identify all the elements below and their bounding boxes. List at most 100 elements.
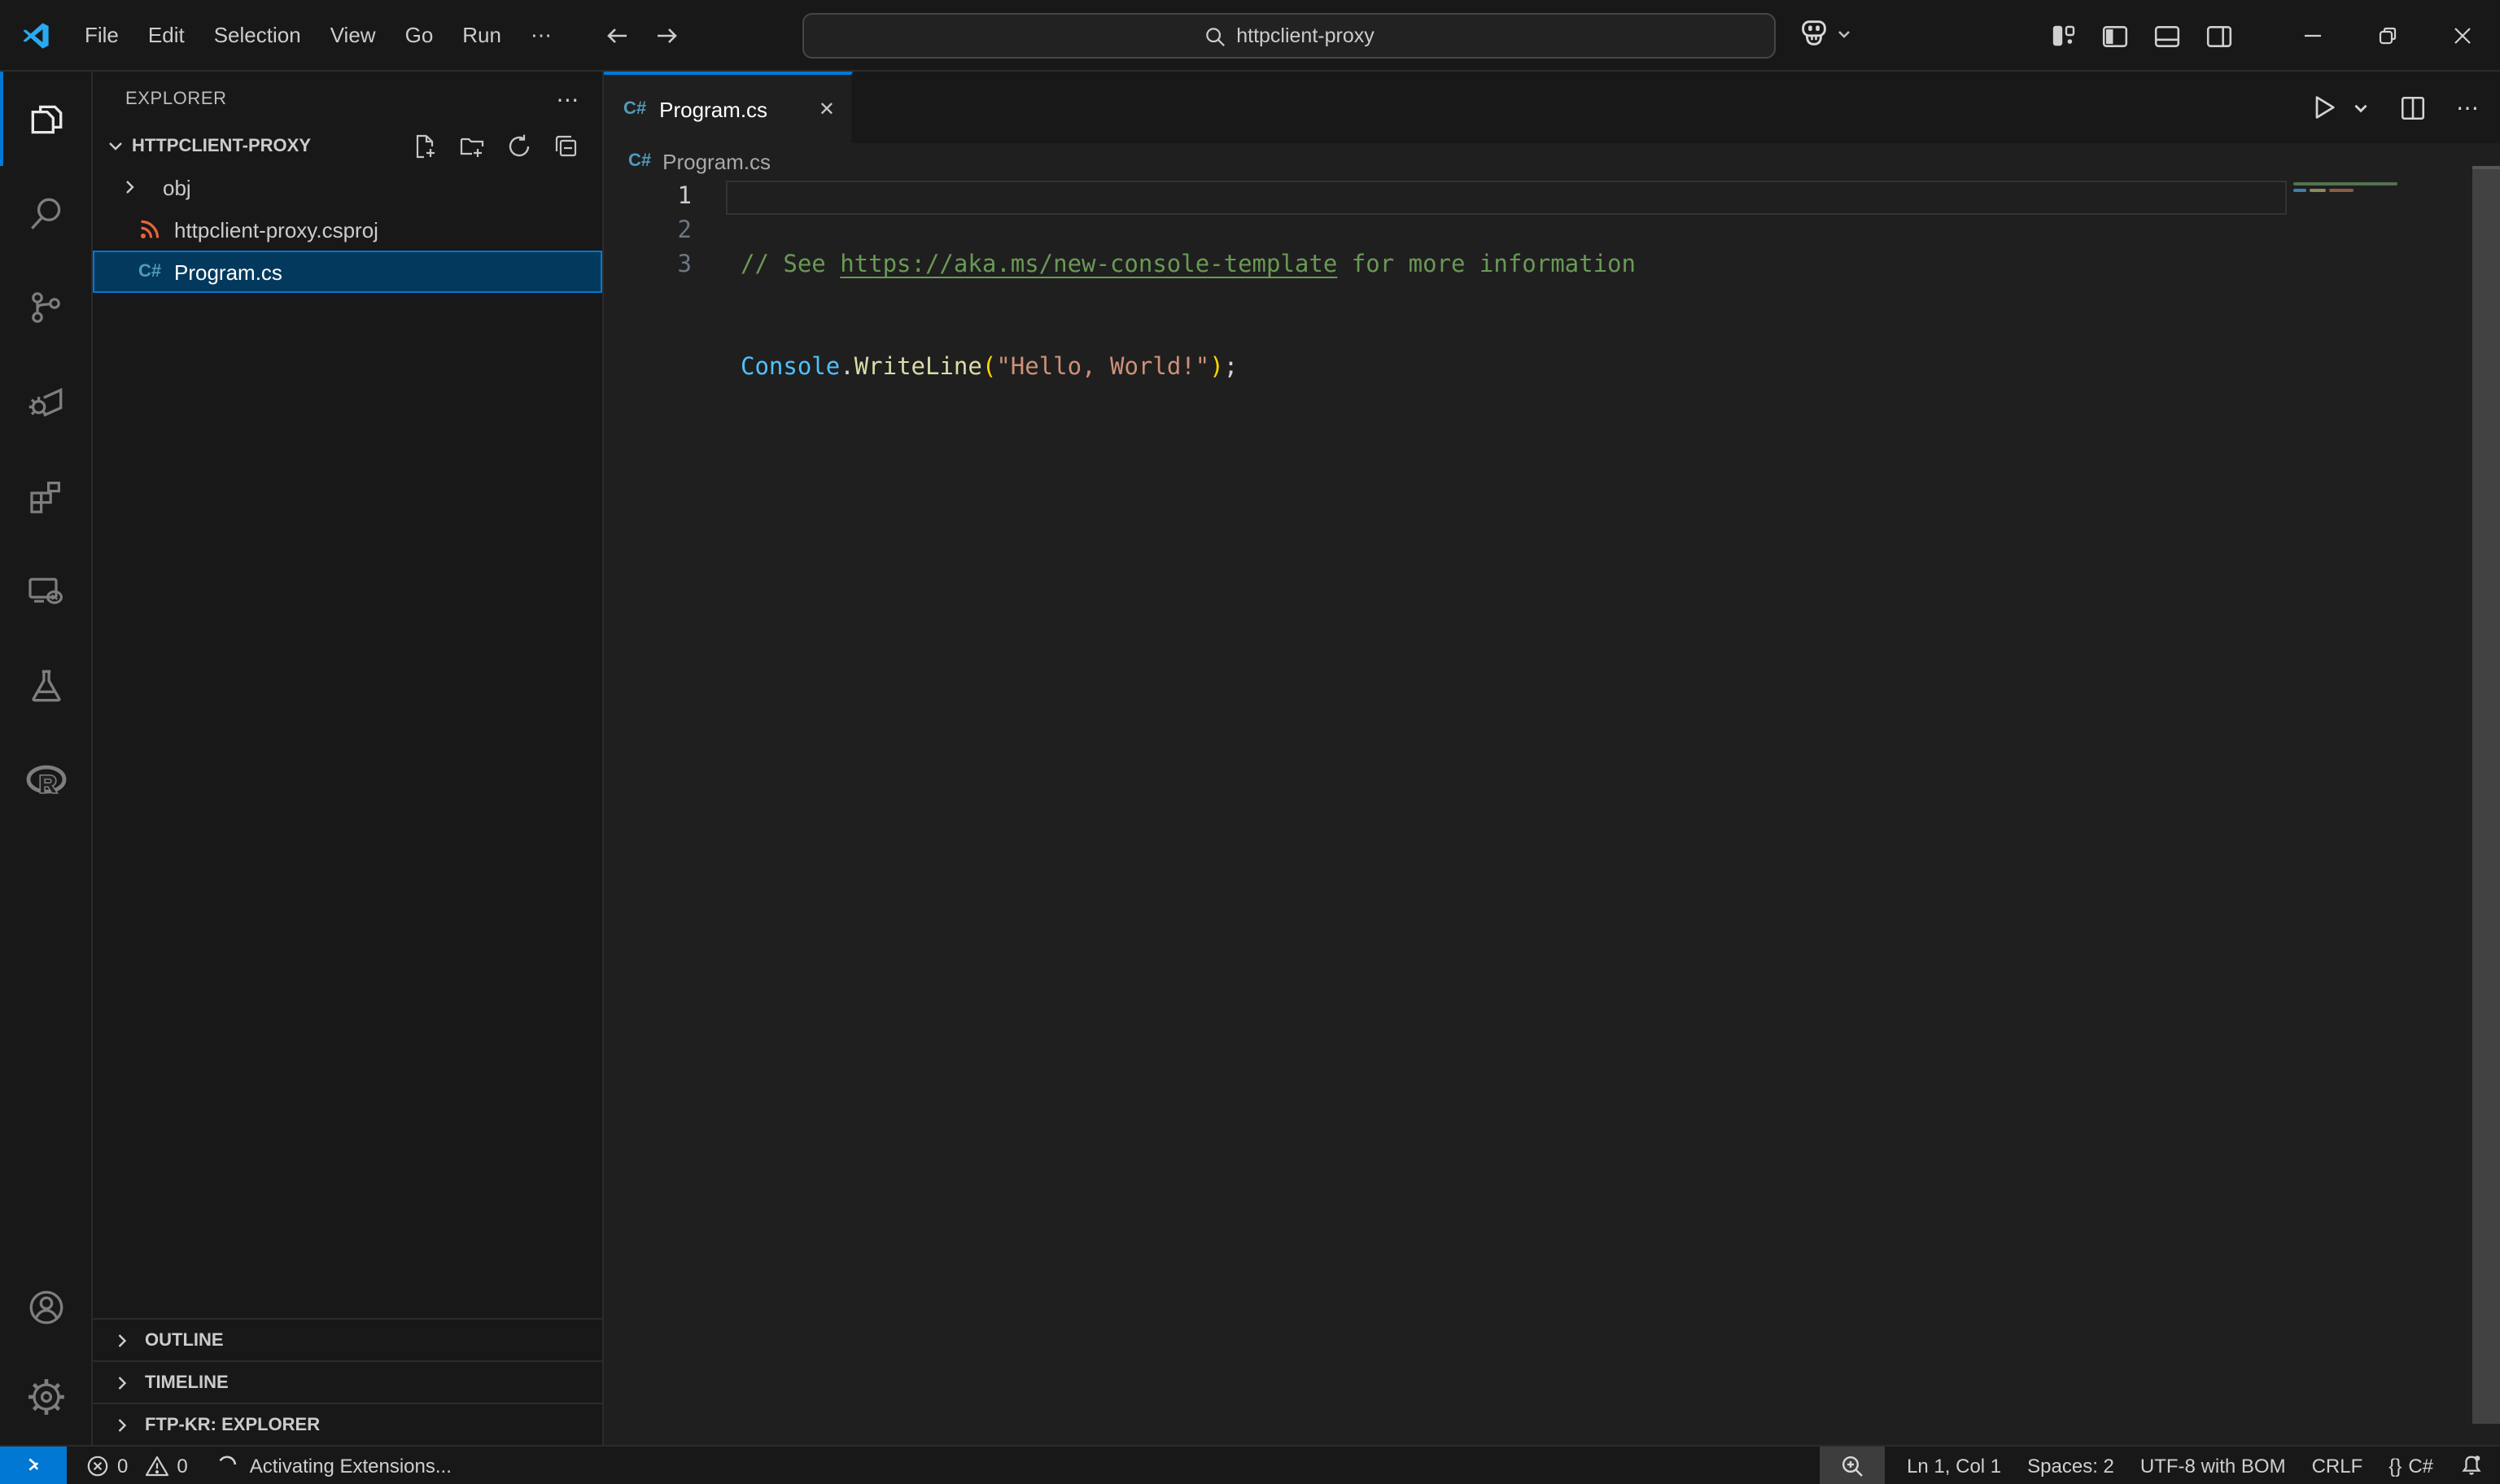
editor-group: C# Program.cs ✕ ⋯ C# Program.cs 1 2 3 bbox=[604, 72, 2500, 1445]
sidebar-title-row: EXPLORER ⋯ bbox=[93, 72, 602, 127]
toggle-primary-sidebar-icon[interactable] bbox=[2101, 22, 2129, 50]
activity-remote-explorer[interactable] bbox=[0, 543, 91, 638]
run-button[interactable] bbox=[2310, 93, 2339, 122]
comment-link[interactable]: https://aka.ms/new-console-template bbox=[840, 252, 1337, 278]
tab-label: Program.cs bbox=[659, 97, 767, 121]
editor-scrollbar[interactable] bbox=[2472, 166, 2500, 1424]
explorer-more-actions-button[interactable]: ⋯ bbox=[556, 85, 579, 113]
tab-program-cs[interactable]: C# Program.cs ✕ bbox=[604, 72, 853, 143]
sidebar-title: EXPLORER bbox=[125, 89, 227, 109]
pane-outline[interactable]: OUTLINE bbox=[93, 1318, 602, 1360]
editor-actions: ⋯ bbox=[2310, 72, 2480, 143]
beaker-icon bbox=[25, 665, 66, 705]
encoding[interactable]: UTF-8 with BOM bbox=[2127, 1454, 2299, 1477]
zoom-status-item[interactable] bbox=[1819, 1446, 1884, 1484]
new-folder-icon[interactable] bbox=[459, 133, 485, 159]
vscode-window: File Edit Selection View Go Run ⋯ httpcl… bbox=[0, 0, 2500, 1484]
menu-selection[interactable]: Selection bbox=[199, 16, 316, 54]
settings-button[interactable] bbox=[0, 1352, 91, 1442]
activity-run-debug[interactable] bbox=[0, 355, 91, 449]
menu-view[interactable]: View bbox=[316, 16, 391, 54]
activity-r-language[interactable]: R bbox=[0, 732, 91, 827]
zoom-in-magnifier-icon bbox=[1840, 1454, 1863, 1477]
activity-extensions[interactable] bbox=[0, 449, 91, 543]
breadcrumb[interactable]: C# Program.cs bbox=[604, 143, 2500, 179]
code-line-2: Console.WriteLine("Hello, World!"); bbox=[741, 351, 2500, 386]
titlebar-right bbox=[2051, 0, 2500, 72]
cursor-position[interactable]: Ln 1, Col 1 bbox=[1894, 1454, 2014, 1477]
code-line-1: // See https://aka.ms/new-console-templa… bbox=[741, 249, 2500, 283]
pane-label: OUTLINE bbox=[145, 1330, 224, 1350]
menu-edit[interactable]: Edit bbox=[133, 16, 199, 54]
comment-token: // See bbox=[741, 252, 840, 278]
notifications-bell[interactable] bbox=[2446, 1453, 2500, 1477]
spinner-icon bbox=[217, 1455, 238, 1476]
tab-close-icon[interactable]: ✕ bbox=[819, 98, 835, 120]
copilot-menu[interactable] bbox=[1797, 16, 1852, 50]
menu-more-button[interactable]: ⋯ bbox=[516, 15, 568, 55]
new-file-icon[interactable] bbox=[412, 133, 438, 159]
command-center-search[interactable]: httpclient-proxy bbox=[802, 13, 1776, 59]
activity-testing[interactable] bbox=[0, 638, 91, 732]
back-arrow-icon[interactable] bbox=[604, 22, 630, 48]
bracket-token: ) bbox=[1209, 355, 1223, 381]
customize-layout-icon[interactable] bbox=[2051, 23, 2077, 49]
remote-indicator[interactable] bbox=[0, 1446, 67, 1484]
layout-controls bbox=[2051, 22, 2233, 50]
git-branch-icon bbox=[26, 288, 65, 327]
chevron-right-icon bbox=[93, 174, 143, 200]
search-icon bbox=[25, 193, 66, 234]
search-icon bbox=[1204, 25, 1225, 46]
copilot-icon bbox=[1797, 16, 1831, 50]
tree-item-obj[interactable]: obj bbox=[93, 166, 602, 208]
tree-item-csproj[interactable]: httpclient-proxy.csproj bbox=[93, 208, 602, 251]
status-bar: 0 0 Activating Extensions... Ln 1, Col 1… bbox=[0, 1445, 2500, 1484]
chevron-right-icon bbox=[111, 1371, 133, 1394]
activity-explorer[interactable] bbox=[0, 72, 91, 166]
remote-explorer-icon bbox=[24, 570, 67, 612]
accounts-button[interactable] bbox=[0, 1263, 91, 1352]
collapse-all-icon[interactable] bbox=[553, 133, 579, 159]
pane-ftp-kr-explorer[interactable]: FTP-KR: EXPLORER bbox=[93, 1403, 602, 1445]
tree-item-program-cs[interactable]: C# Program.cs bbox=[93, 251, 602, 293]
run-dropdown-chevron-icon[interactable] bbox=[2352, 98, 2370, 116]
minimap[interactable] bbox=[2293, 182, 2476, 195]
project-section-header[interactable]: HTTPCLIENT-PROXY bbox=[93, 127, 602, 166]
window-minimize-button[interactable] bbox=[2275, 0, 2350, 72]
warning-count: 0 bbox=[177, 1454, 187, 1477]
language-mode[interactable]: {}C# bbox=[2375, 1454, 2446, 1477]
activity-source-control[interactable] bbox=[0, 260, 91, 355]
window-restore-button[interactable] bbox=[2350, 0, 2425, 72]
explorer-sidebar: EXPLORER ⋯ HTTPCLIENT-PROXY obj httpclie… bbox=[93, 72, 604, 1445]
menu-go[interactable]: Go bbox=[391, 16, 448, 54]
menu-file[interactable]: File bbox=[70, 16, 133, 54]
bracket-token: ( bbox=[982, 355, 996, 381]
breadcrumb-item: Program.cs bbox=[662, 149, 771, 173]
account-icon bbox=[25, 1287, 66, 1328]
punct-token: . bbox=[840, 355, 854, 381]
editor-more-actions-icon[interactable]: ⋯ bbox=[2456, 94, 2480, 121]
toggle-panel-icon[interactable] bbox=[2153, 22, 2181, 50]
forward-arrow-icon[interactable] bbox=[654, 22, 680, 48]
window-close-button[interactable] bbox=[2425, 0, 2500, 72]
activity-search[interactable] bbox=[0, 166, 91, 260]
method-token: WriteLine bbox=[854, 355, 982, 381]
menu-bar: File Edit Selection View Go Run ⋯ bbox=[70, 15, 568, 55]
refresh-icon[interactable] bbox=[506, 133, 532, 159]
eol-sequence[interactable]: CRLF bbox=[2299, 1454, 2376, 1477]
tree-item-label: obj bbox=[163, 175, 191, 199]
toggle-secondary-sidebar-icon[interactable] bbox=[2205, 22, 2233, 50]
csharp-file-icon: C# bbox=[623, 99, 646, 119]
code-editor[interactable]: 1 2 3 // See https://aka.ms/new-console-… bbox=[604, 179, 2500, 556]
comment-token: for more information bbox=[1337, 252, 1636, 278]
line-number: 3 bbox=[604, 249, 692, 283]
extensions-icon bbox=[26, 477, 65, 516]
titlebar: File Edit Selection View Go Run ⋯ httpcl… bbox=[0, 0, 2500, 72]
indentation[interactable]: Spaces: 2 bbox=[2014, 1454, 2127, 1477]
problems-status[interactable]: 0 0 bbox=[86, 1454, 188, 1477]
chevron-down-icon bbox=[103, 133, 129, 159]
split-editor-icon[interactable] bbox=[2399, 94, 2427, 121]
pane-timeline[interactable]: TIMELINE bbox=[93, 1360, 602, 1403]
menu-run[interactable]: Run bbox=[448, 16, 516, 54]
csharp-file-icon: C# bbox=[628, 151, 651, 171]
